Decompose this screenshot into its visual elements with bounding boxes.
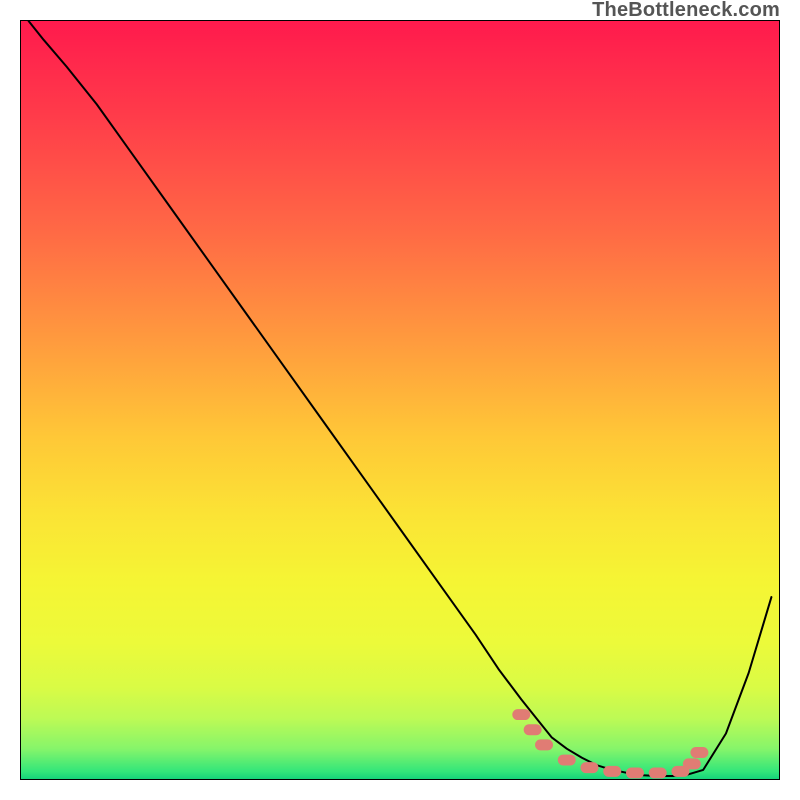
curve-marker <box>581 762 599 773</box>
bottleneck-curve <box>29 21 772 776</box>
curve-marker <box>524 724 542 735</box>
bottleneck-curve-svg <box>21 21 779 779</box>
curve-marker <box>626 767 644 778</box>
curve-marker <box>690 747 708 758</box>
curve-marker <box>512 709 530 720</box>
curve-marker <box>649 767 667 778</box>
curve-marker <box>603 766 621 777</box>
curve-marker <box>535 739 553 750</box>
chart-plot-area <box>20 20 780 780</box>
curve-marker <box>683 758 701 769</box>
curve-marker <box>558 755 576 766</box>
attribution-label: TheBottleneck.com <box>592 0 780 22</box>
